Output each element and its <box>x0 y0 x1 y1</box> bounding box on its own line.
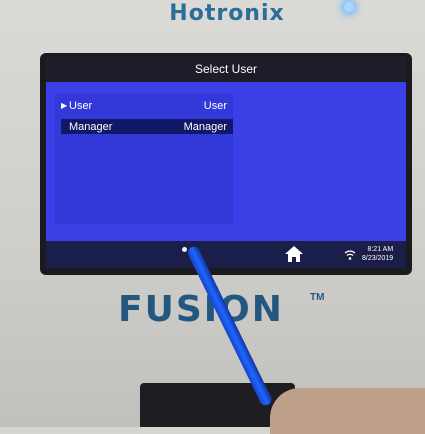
brand-wordmark: Hotronix <box>169 1 285 26</box>
touch-screen: Select User ▶ User User Manager Manager <box>46 56 406 268</box>
time-text: 8:21 AM <box>367 246 394 253</box>
status-led <box>344 2 354 12</box>
clock: 8:21 AM 8/23/2019 <box>362 245 393 263</box>
hand <box>270 388 425 434</box>
trademark-mark: TM <box>310 292 325 303</box>
date-text: 8/23/2019 <box>362 255 394 262</box>
status-bar: 8:21 AM 8/23/2019 <box>46 241 406 268</box>
user-role: Manager <box>183 120 227 133</box>
selection-arrow-icon: ▶ <box>61 101 68 110</box>
wifi-icon <box>344 248 356 260</box>
user-list: ▶ User User Manager Manager <box>55 94 233 224</box>
home-icon[interactable] <box>284 245 304 263</box>
list-item-user[interactable]: ▶ User User <box>61 98 233 113</box>
stylus-tip <box>182 247 187 252</box>
screen-titlebar: Select User <box>46 56 406 82</box>
list-item-manager[interactable]: Manager Manager <box>61 119 233 134</box>
user-name: User <box>69 99 93 112</box>
screen-title: Select User <box>194 62 258 76</box>
user-name: Manager <box>69 120 113 133</box>
device-body: Hotronix Select User ▶ User User Manager… <box>0 0 425 434</box>
user-role: User <box>203 99 227 112</box>
